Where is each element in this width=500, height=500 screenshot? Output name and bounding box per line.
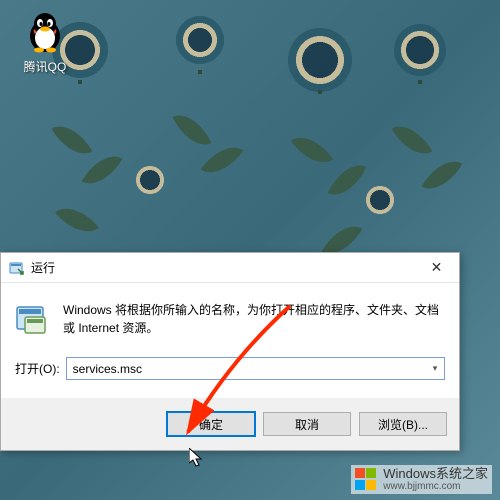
open-input[interactable] [67, 358, 426, 379]
watermark: Windows系统之家 www.bjjmmc.com [351, 465, 492, 494]
desktop[interactable]: 腾讯QQ 运行 ✕ [0, 0, 500, 500]
run-titlebar-icon [9, 260, 25, 276]
watermark-brand: Windows系统之家 [383, 467, 488, 481]
run-program-icon [15, 301, 51, 337]
logo-square [366, 480, 376, 490]
dialog-footer: 确定 取消 浏览(B)... [1, 398, 459, 450]
chevron-down-icon: ▾ [433, 363, 438, 374]
dialog-body: Windows 将根据你所输入的名称，为你打开相应的程序、文件夹、文档或 Int… [1, 283, 459, 351]
qq-penguin-icon [23, 10, 67, 54]
desktop-icon-label: 腾讯QQ [15, 58, 75, 75]
dialog-description: Windows 将根据你所输入的名称，为你打开相应的程序、文件夹、文档或 Int… [63, 301, 445, 337]
windows-logo-icon [355, 468, 377, 490]
logo-square [355, 480, 365, 490]
run-dialog: 运行 ✕ Windows 将根据你所输入的名称，为你打开相应的程序、文件夹、文档… [0, 252, 460, 451]
close-icon: ✕ [431, 259, 443, 276]
watermark-url: www.bjjmmc.com [383, 481, 488, 492]
desktop-icon-qq[interactable]: 腾讯QQ [15, 10, 75, 75]
open-input-row: 打开(O): ▾ [1, 351, 459, 398]
browse-button[interactable]: 浏览(B)... [359, 412, 447, 436]
ok-button[interactable]: 确定 [167, 412, 255, 436]
cancel-button[interactable]: 取消 [263, 412, 351, 436]
dialog-title: 运行 [31, 259, 55, 276]
open-combobox[interactable]: ▾ [66, 357, 445, 380]
logo-square [355, 468, 365, 478]
close-button[interactable]: ✕ [414, 253, 459, 282]
open-label: 打开(O): [15, 360, 60, 377]
watermark-text: Windows系统之家 www.bjjmmc.com [383, 467, 488, 492]
dialog-titlebar[interactable]: 运行 ✕ [1, 253, 459, 283]
logo-square [366, 468, 376, 478]
combobox-dropdown-button[interactable]: ▾ [426, 358, 444, 379]
